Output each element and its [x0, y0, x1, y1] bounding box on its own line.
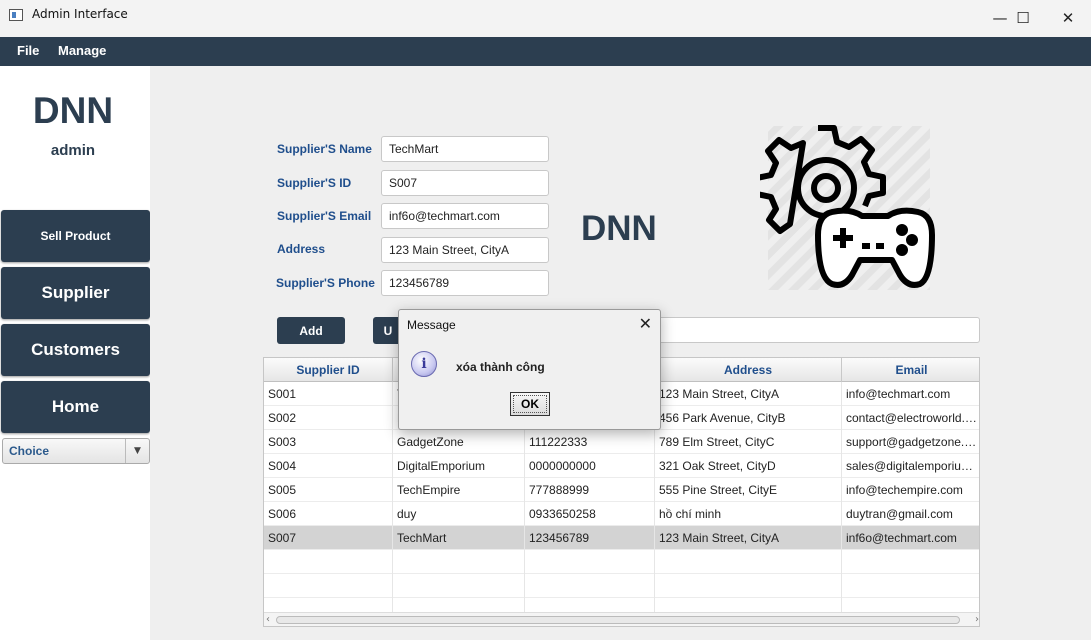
- table-row[interactable]: S007 TechMart 123456789 123 Main Street, Ci…: [264, 526, 979, 550]
- user-role: admin: [50, 142, 96, 159]
- table-cell: [525, 574, 655, 598]
- empty-table-row: [264, 550, 979, 574]
- menu-file[interactable]: File: [17, 43, 39, 58]
- table-cell: S001: [264, 382, 393, 406]
- column-header-supplier-id[interactable]: Supplier ID: [264, 358, 393, 382]
- table-cell: duytran@gmail.com: [842, 502, 979, 526]
- table-cell: DigitalEmporium: [393, 454, 525, 478]
- table-cell: [842, 574, 979, 598]
- horizontal-scrollbar[interactable]: ‹ ›: [264, 612, 979, 626]
- message-dialog: Message ✕ i xóa thành công OK: [398, 309, 661, 430]
- table-cell: [264, 550, 393, 574]
- table-cell: 0000000000: [525, 454, 655, 478]
- supplier-name-label: Supplier'S Name: [277, 142, 372, 156]
- supplier-phone-field[interactable]: [381, 270, 549, 296]
- table-row[interactable]: S006 duy 0933650258 hồ chí minh duytran@gmai…: [264, 502, 979, 526]
- chevron-down-icon[interactable]: ▼: [125, 439, 149, 463]
- scroll-left-icon[interactable]: ‹: [266, 613, 270, 626]
- dialog-title: Message: [407, 318, 456, 332]
- supplier-name-field[interactable]: [381, 136, 549, 162]
- table-cell: 789 Elm Street, CityC: [655, 430, 842, 454]
- choice-label: Choice: [9, 444, 50, 458]
- menu-bar: File Manage: [0, 37, 1091, 66]
- brand-logo: DNN: [32, 90, 114, 131]
- close-button[interactable]: ✕: [1045, 4, 1091, 32]
- table-cell: [525, 550, 655, 574]
- window-title: Admin Interface: [32, 7, 128, 21]
- supplier-email-field[interactable]: [381, 203, 549, 229]
- supplier-id-field[interactable]: [381, 170, 549, 196]
- table-cell: contact@electroworld.c...: [842, 406, 979, 430]
- table-cell: S004: [264, 454, 393, 478]
- address-label: Address: [277, 242, 326, 256]
- table-cell: 123456789: [525, 526, 655, 550]
- table-cell: TechMart: [393, 526, 525, 550]
- table-row[interactable]: S004 DigitalEmporium 0000000000 321 Oak Str…: [264, 454, 979, 478]
- home-button[interactable]: Home: [1, 381, 150, 433]
- gear-gamepad-icon: [760, 125, 935, 290]
- supplier-email-label: Supplier'S Email: [277, 209, 372, 223]
- menu-manage[interactable]: Manage: [58, 43, 106, 58]
- table-cell: [655, 550, 842, 574]
- table-cell: S003: [264, 430, 393, 454]
- table-cell: TechEmpire: [393, 478, 525, 502]
- table-cell: support@gadgetzone.c...: [842, 430, 979, 454]
- supplier-phone-label: Supplier'S Phone: [276, 276, 375, 290]
- table-cell: hồ chí minh: [655, 502, 842, 526]
- dialog-message: xóa thành công: [456, 360, 545, 374]
- table-cell: S007: [264, 526, 393, 550]
- table-cell: info@techmart.com: [842, 382, 979, 406]
- scrollbar-thumb[interactable]: [276, 616, 960, 624]
- table-cell: info@techempire.com: [842, 478, 979, 502]
- dialog-close-icon[interactable]: ✕: [639, 314, 652, 333]
- table-cell: [393, 550, 525, 574]
- search-input[interactable]: [655, 317, 980, 343]
- table-cell: 123 Main Street, CityA: [655, 382, 842, 406]
- address-field[interactable]: [381, 237, 549, 263]
- add-button[interactable]: Add: [277, 317, 345, 344]
- table-cell: 321 Oak Street, CityD: [655, 454, 842, 478]
- center-logo-text: DNN: [581, 209, 657, 248]
- table-cell: S005: [264, 478, 393, 502]
- table-cell: 0933650258: [525, 502, 655, 526]
- sell-product-button[interactable]: Sell Product: [1, 210, 150, 262]
- sidebar: DNN admin Sell Product Supplier Customer…: [0, 66, 150, 640]
- table-cell: S006: [264, 502, 393, 526]
- table-cell: GadgetZone: [393, 430, 525, 454]
- column-header-email[interactable]: Email: [842, 358, 979, 382]
- table-cell: [842, 550, 979, 574]
- column-header-address[interactable]: Address: [655, 358, 842, 382]
- ok-button[interactable]: OK: [510, 392, 550, 416]
- scroll-right-icon[interactable]: ›: [975, 613, 979, 626]
- info-icon: i: [411, 351, 437, 377]
- table-cell: 777888999: [525, 478, 655, 502]
- table-cell: 111222333: [525, 430, 655, 454]
- empty-table-row: [264, 574, 979, 598]
- supplier-id-label: Supplier'S ID: [277, 176, 352, 190]
- table-cell: [393, 574, 525, 598]
- supplier-button[interactable]: Supplier: [1, 267, 150, 319]
- table-row[interactable]: S003 GadgetZone 111222333 789 Elm Street, C…: [264, 430, 979, 454]
- table-cell: [655, 574, 842, 598]
- table-cell: [264, 574, 393, 598]
- title-bar: Admin Interface — ☐ ✕: [0, 0, 1091, 37]
- table-row[interactable]: S005 TechEmpire 777888999 555 Pine Street, …: [264, 478, 979, 502]
- maximize-button[interactable]: ☐: [1000, 4, 1046, 32]
- table-cell: 123 Main Street, CityA: [655, 526, 842, 550]
- table-cell: 456 Park Avenue, CityB: [655, 406, 842, 430]
- table-cell: duy: [393, 502, 525, 526]
- table-cell: S002: [264, 406, 393, 430]
- table-cell: sales@digitalemporium...: [842, 454, 979, 478]
- app-icon: [9, 9, 23, 21]
- choice-select[interactable]: Choice ▼: [2, 438, 150, 464]
- customers-button[interactable]: Customers: [1, 324, 150, 376]
- table-cell: inf6o@techmart.com: [842, 526, 979, 550]
- table-cell: 555 Pine Street, CityE: [655, 478, 842, 502]
